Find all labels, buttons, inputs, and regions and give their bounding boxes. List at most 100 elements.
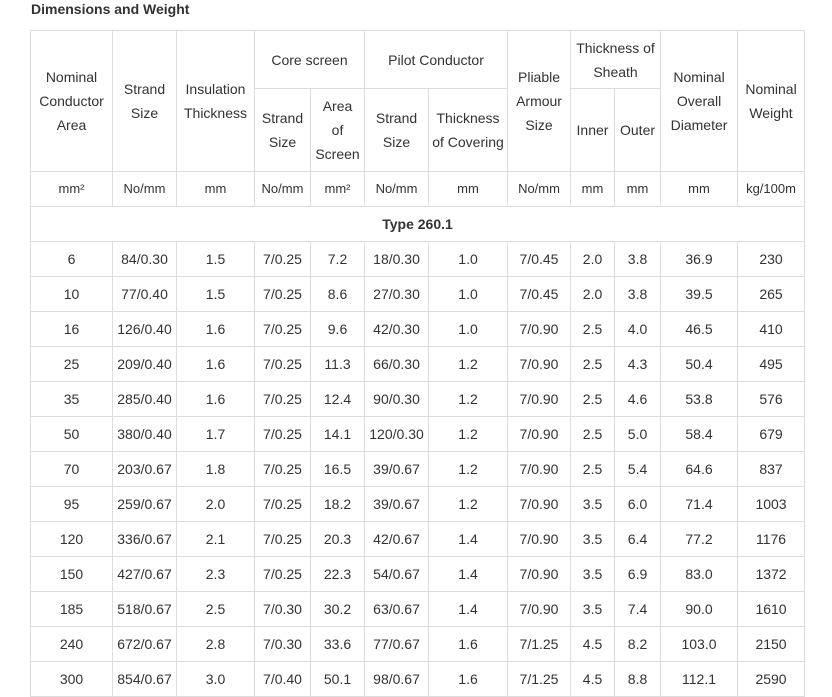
- table-cell: 1610: [737, 591, 806, 627]
- table-cell: 120/0.30: [364, 416, 430, 452]
- table-cell: 7/0.25: [254, 311, 311, 347]
- table-cell: 230: [737, 241, 806, 277]
- table-cell: 2.3: [176, 556, 255, 592]
- table-cell: 50.1: [309, 661, 366, 697]
- table-cell: 8.8: [614, 661, 662, 697]
- table-cell: 7/0.90: [507, 346, 572, 382]
- table-cell: 1176: [737, 521, 806, 557]
- table-row: 70 203/0.67 1.8 7/0.25 16.5 39/0.67 1.2 7/0.90 2…: [30, 451, 806, 487]
- table-cell: 2.0: [570, 276, 616, 312]
- table-cell: 30.2: [309, 591, 366, 627]
- type-label: Type 260.1: [29, 206, 806, 242]
- table-cell: 1003: [737, 486, 806, 522]
- header-nominal-overall-diameter: Nominal Overall Diameter: [660, 30, 739, 172]
- table-row: 25 209/0.40 1.6 7/0.25 11.3 66/0.30 1.2 7/0.90 2…: [30, 346, 806, 382]
- table-cell: 6.9: [614, 556, 662, 592]
- table-cell: 2.5: [570, 346, 616, 382]
- table-cell: 7/0.90: [507, 486, 572, 522]
- table-cell: 1.2: [428, 486, 509, 522]
- table-cell: 77.2: [660, 521, 739, 557]
- table-cell: 3.5: [570, 591, 616, 627]
- unit-cell: mm: [428, 171, 509, 207]
- table-cell: 98/0.67: [364, 661, 430, 697]
- table-row: 50 380/0.40 1.7 7/0.25 14.1 120/0.30 1.2 7/0.90…: [30, 416, 806, 452]
- header-core-strand-size: Strand Size: [254, 88, 311, 172]
- table-cell: 3.5: [570, 486, 616, 522]
- table-cell: 3.5: [570, 556, 616, 592]
- table-cell: 2.0: [176, 486, 255, 522]
- table-cell: 4.6: [614, 381, 662, 417]
- table-cell: 7/0.25: [254, 486, 311, 522]
- unit-cell: No/mm: [507, 171, 572, 207]
- table-cell: 66/0.30: [364, 346, 430, 382]
- table-cell: 70: [30, 451, 113, 487]
- table-cell: 1.5: [176, 276, 255, 312]
- table-cell: 42/0.30: [364, 311, 430, 347]
- table-cell: 300: [30, 661, 113, 697]
- table-cell: 265: [737, 276, 806, 312]
- table-cell: 16: [30, 311, 113, 347]
- table-cell: 11.3: [309, 346, 366, 382]
- table-cell: 380/0.40: [112, 416, 177, 452]
- table-cell: 5.0: [614, 416, 662, 452]
- table-cell: 14.1: [309, 416, 366, 452]
- table-cell: 7/0.25: [254, 241, 311, 277]
- table-cell: 6.0: [614, 486, 662, 522]
- type-row: Type 260.1: [29, 206, 806, 242]
- table-row: 16 126/0.40 1.6 7/0.25 9.6 42/0.30 1.0 7/0.90 2.…: [30, 311, 806, 347]
- unit-cell: No/mm: [112, 171, 177, 207]
- table-cell: 1.0: [428, 276, 509, 312]
- table-cell: 1.6: [176, 346, 255, 382]
- table-cell: 1.2: [428, 381, 509, 417]
- table-cell: 854/0.67: [112, 661, 177, 697]
- table-cell: 2.5: [570, 311, 616, 347]
- table-row: 95 259/0.67 2.0 7/0.25 18.2 39/0.67 1.2 7/0.90 3…: [30, 486, 806, 522]
- table-cell: 71.4: [660, 486, 739, 522]
- table-cell: 837: [737, 451, 806, 487]
- table-cell: 1.6: [176, 381, 255, 417]
- unit-cell: kg/100m: [737, 171, 806, 207]
- table-cell: 1.6: [428, 626, 509, 662]
- table-cell: 7/0.30: [254, 591, 311, 627]
- table-cell: 7/1.25: [507, 626, 572, 662]
- table-cell: 7/0.25: [254, 381, 311, 417]
- header-thickness-of-covering: Thickness of Covering: [428, 88, 509, 172]
- table-cell: 8.2: [614, 626, 662, 662]
- table-cell: 203/0.67: [112, 451, 177, 487]
- table-cell: 672/0.67: [112, 626, 177, 662]
- table-cell: 7/0.25: [254, 521, 311, 557]
- table-cell: 1.4: [428, 521, 509, 557]
- table-row: 10 77/0.40 1.5 7/0.25 8.6 27/0.30 1.0 7/0.45 2.0…: [30, 276, 806, 312]
- table-cell: 126/0.40: [112, 311, 177, 347]
- table-cell: 2.5: [570, 416, 616, 452]
- table-row: 6 84/0.30 1.5 7/0.25 7.2 18/0.30 1.0 7/0.45 2.0 3…: [30, 241, 806, 277]
- unit-cell: mm²: [309, 171, 366, 207]
- table-cell: 3.8: [614, 241, 662, 277]
- table-row: 120 336/0.67 2.1 7/0.25 20.3 42/0.67 1.4 7/0.90…: [30, 521, 806, 557]
- table-cell: 4.0: [614, 311, 662, 347]
- table-cell: 7/0.90: [507, 381, 572, 417]
- table-row: 300 854/0.67 3.0 7/0.40 50.1 98/0.67 1.6 7/1.25…: [30, 661, 806, 697]
- header-core-screen: Core screen: [253, 30, 366, 89]
- header-strand-size: Strand Size: [112, 30, 177, 172]
- table-cell: 25: [30, 346, 113, 382]
- unit-cell: mm: [176, 171, 255, 207]
- table-cell: 3.5: [570, 521, 616, 557]
- unit-cell: mm: [614, 171, 662, 207]
- table-cell: 7/0.45: [507, 276, 572, 312]
- table-cell: 20.3: [309, 521, 366, 557]
- table-cell: 95: [30, 486, 113, 522]
- table-cell: 39.5: [660, 276, 739, 312]
- table-cell: 9.6: [309, 311, 366, 347]
- table-cell: 495: [737, 346, 806, 382]
- table-cell: 7/0.90: [507, 521, 572, 557]
- table-cell: 1372: [737, 556, 806, 592]
- table-cell: 7/0.90: [507, 416, 572, 452]
- table-cell: 2.8: [176, 626, 255, 662]
- table-cell: 410: [737, 311, 806, 347]
- table-cell: 150: [30, 556, 113, 592]
- table-cell: 259/0.67: [112, 486, 177, 522]
- table-cell: 39/0.67: [364, 451, 430, 487]
- table-cell: 7/0.25: [254, 556, 311, 592]
- table-cell: 18/0.30: [364, 241, 430, 277]
